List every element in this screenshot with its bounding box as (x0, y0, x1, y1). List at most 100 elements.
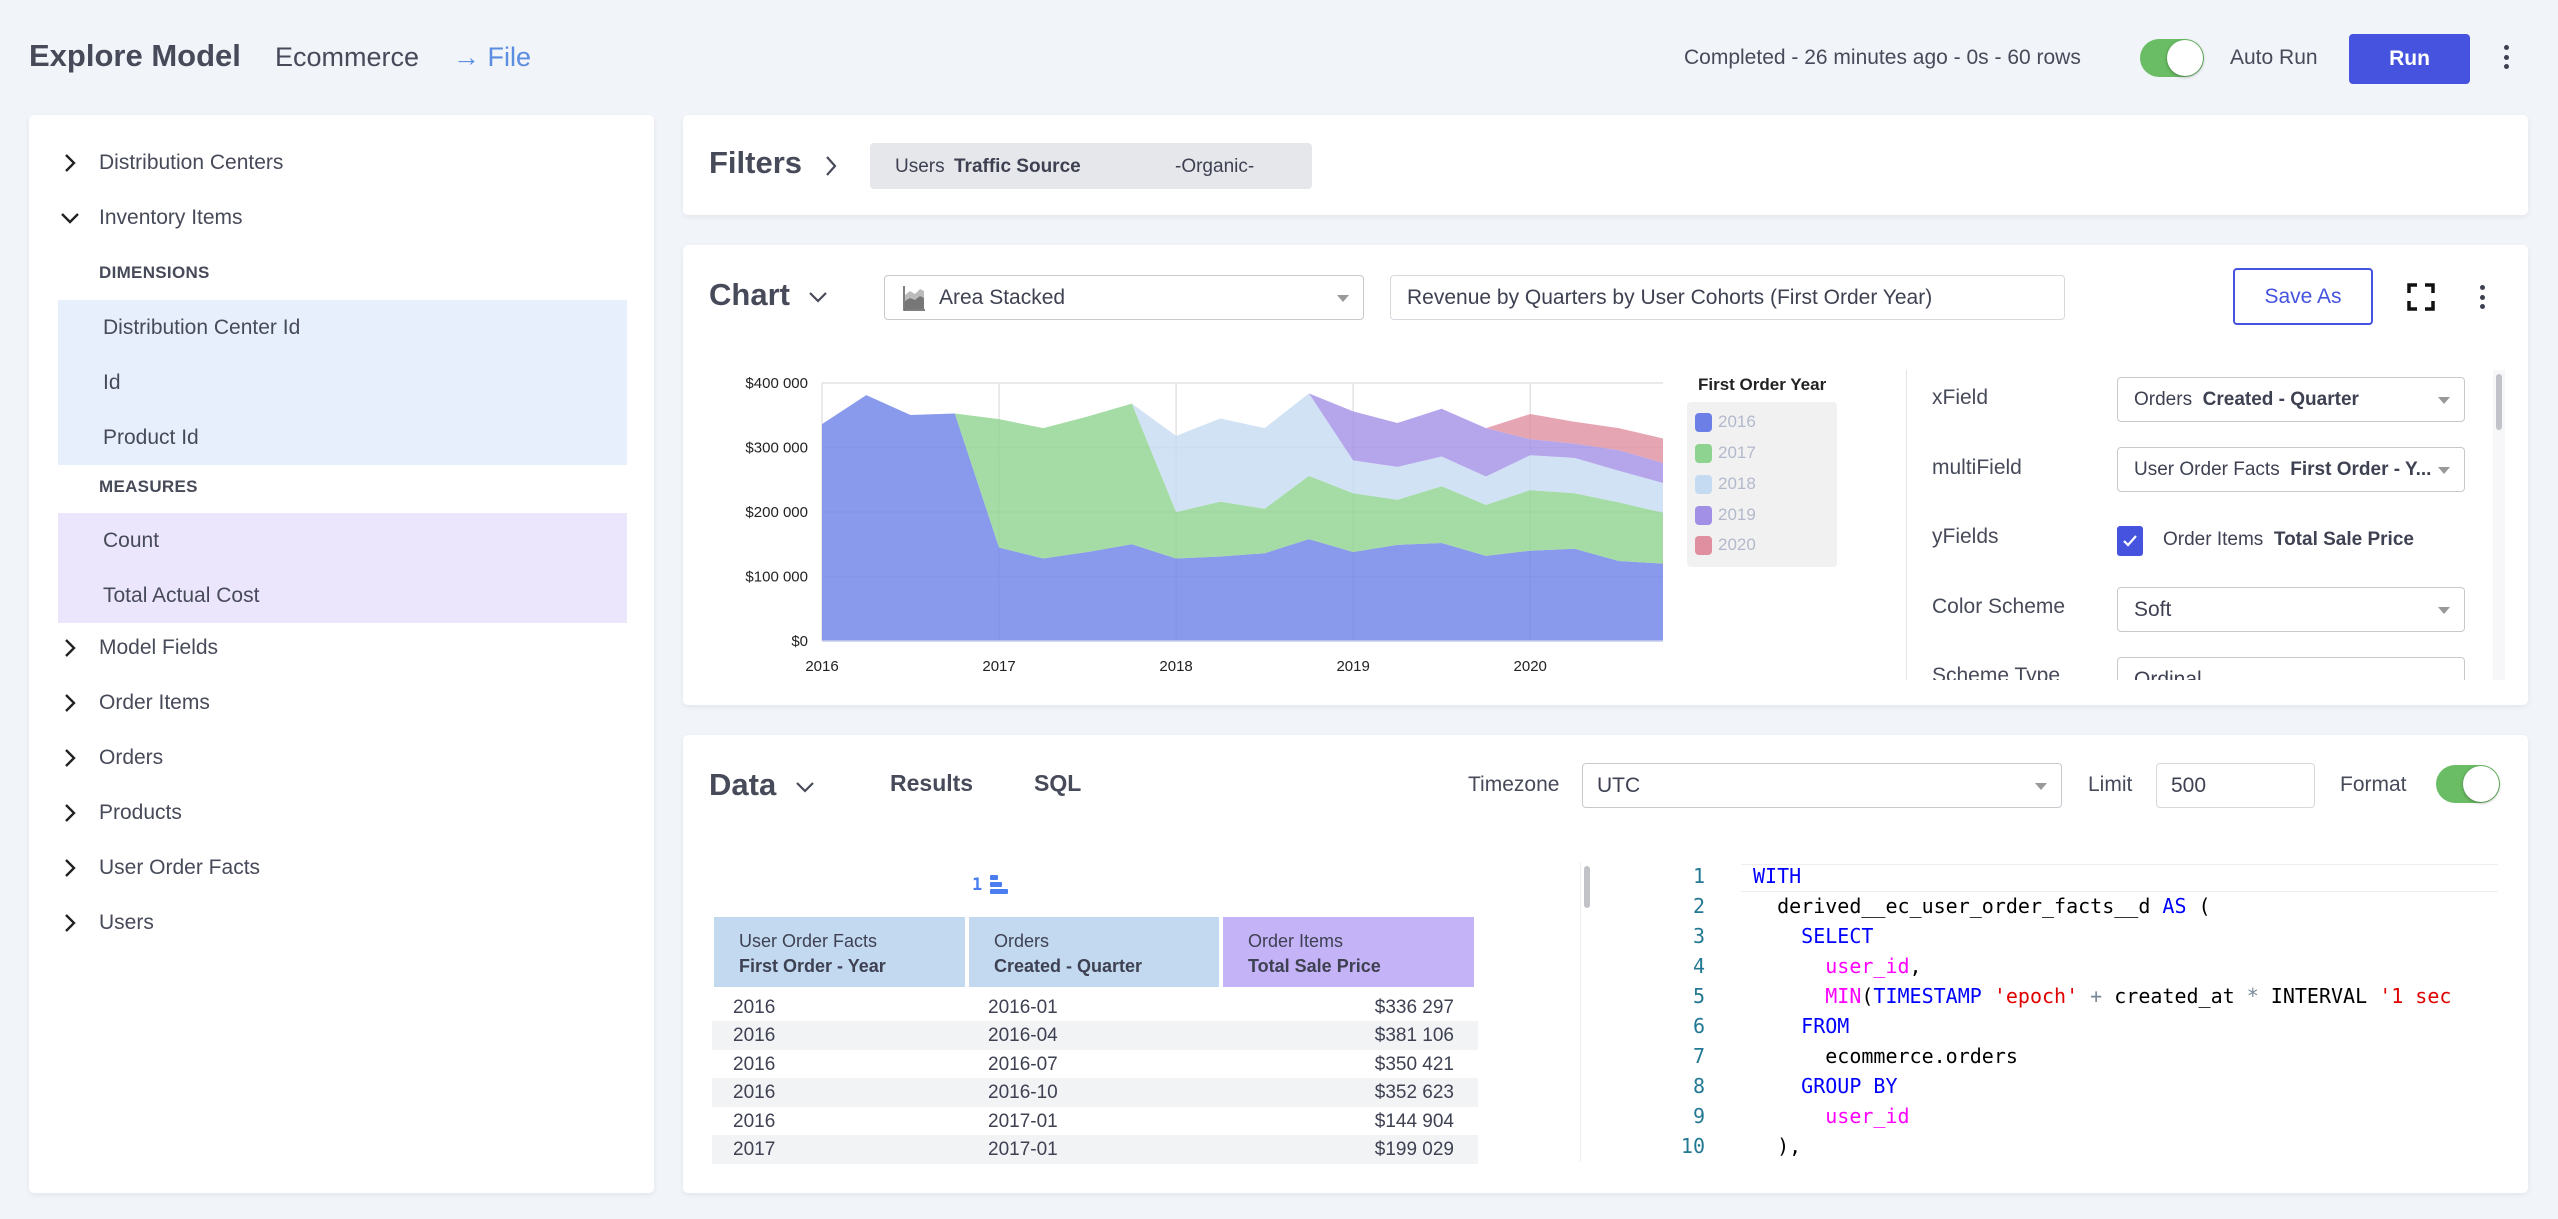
xfield-view: Orders (2134, 388, 2193, 410)
line-number: 8 (1692, 1074, 1705, 1098)
auto-run-toggle[interactable] (2140, 39, 2204, 77)
line-number: 4 (1692, 954, 1705, 978)
sql-line: 5 MIN(TIMESTAMP 'epoch' + created_at * I… (1595, 984, 2451, 1014)
legend-swatch (1695, 505, 1712, 525)
y-tick-label: $400 000 (745, 375, 808, 392)
sidebar-item-label: Products (99, 801, 182, 824)
y-tick-label: $0 (791, 633, 808, 650)
limit-input[interactable]: 500 (2156, 763, 2315, 808)
run-button[interactable]: Run (2349, 34, 2470, 84)
filter-chip[interactable]: Users Traffic Source -Organic- (870, 143, 1312, 189)
data-title[interactable]: Data (709, 767, 776, 803)
caret-down-icon (2438, 606, 2450, 614)
measure-field[interactable]: Total Actual Cost (58, 568, 627, 623)
legend-label: 2017 (1718, 443, 1756, 462)
sidebar-item-products[interactable]: Products (29, 786, 654, 840)
sql-editor[interactable]: 1 WITH 2 derived__ec_user_order_facts__d A… (1595, 862, 2498, 1162)
page-title: Explore Model (29, 38, 241, 73)
chevron-right-icon[interactable] (825, 155, 837, 182)
column-header[interactable]: User Order Facts First Order - Year (714, 917, 965, 987)
cell: 2016-04 (988, 1025, 1058, 1046)
sidebar-item-label: Order Items (99, 691, 210, 714)
sidebar-item-inventory-items[interactable]: Inventory Items (29, 191, 654, 245)
cell: 2016-07 (988, 1054, 1058, 1075)
sidebar-item-label: User Order Facts (99, 856, 261, 879)
xfield-select[interactable]: Orders Created - Quarter (2117, 377, 2465, 422)
save-as-button[interactable]: Save As (2233, 268, 2373, 325)
chevron-down-icon (59, 207, 81, 229)
cell: 2017-01 (988, 1111, 1058, 1132)
sidebar-item-order-items[interactable]: Order Items (29, 676, 654, 730)
caret-down-icon (2438, 466, 2450, 474)
chart-more-icon[interactable] (2477, 285, 2487, 309)
column-header[interactable]: Orders Created - Quarter (969, 917, 1219, 987)
sidebar-item-orders[interactable]: Orders (29, 731, 654, 785)
sidebar-item-distribution-centers[interactable]: Distribution Centers (29, 136, 654, 190)
cell: 2016-10 (988, 1082, 1058, 1103)
line-number: 1 (1692, 864, 1705, 888)
fullscreen-icon[interactable] (2407, 283, 2435, 316)
dimension-field[interactable]: Distribution Center Id (58, 300, 627, 355)
dimension-field[interactable]: Id (58, 355, 627, 410)
color-scheme-value: Soft (2134, 597, 2172, 621)
yfield-view: Order Items (2163, 529, 2264, 550)
sidebar-item-label: Distribution Centers (99, 151, 284, 174)
measures-heading: MEASURES (99, 477, 198, 496)
filters-title[interactable]: Filters (709, 145, 802, 181)
color-scheme-select[interactable]: Soft (2117, 587, 2465, 632)
legend-item-2020[interactable]: 2020 (1695, 535, 1756, 555)
code-text: ), (1753, 1134, 1802, 1158)
legend-label: 2020 (1718, 535, 1756, 554)
sql-line: 7 ecommerce.orders (1595, 1044, 2018, 1074)
chevron-down-icon[interactable] (795, 780, 815, 798)
file-link[interactable]: → File (453, 42, 531, 73)
cell: $336 297 (1374, 997, 1454, 1018)
format-toggle[interactable] (2436, 765, 2500, 803)
dimension-field[interactable]: Product Id (58, 410, 627, 465)
yfield-option[interactable]: Order Items Total Sale Price (2163, 529, 2414, 551)
yfield-checkbox[interactable] (2117, 526, 2143, 556)
timezone-label: Timezone (1468, 773, 1560, 796)
table-row: 2017 2017-01 $199 029 (712, 1135, 1478, 1164)
timezone-select[interactable]: UTC (1582, 763, 2062, 808)
sidebar-item-user-order-facts[interactable]: User Order Facts (29, 841, 654, 895)
config-scrollbar[interactable] (2493, 370, 2505, 680)
tab-sql[interactable]: SQL (1034, 770, 1081, 797)
tab-results[interactable]: Results (890, 770, 973, 797)
results-scrollbar[interactable] (1580, 862, 1592, 1162)
sql-line: 10 ), (1595, 1134, 1801, 1162)
dimensions-heading: DIMENSIONS (99, 263, 210, 282)
legend-item-2017[interactable]: 2017 (1695, 443, 1756, 463)
more-options-icon[interactable] (2501, 45, 2511, 69)
y-tick-label: $300 000 (745, 440, 808, 457)
legend-item-2019[interactable]: 2019 (1695, 505, 1756, 525)
column-header[interactable]: Order Items Total Sale Price (1223, 917, 1474, 987)
multifield-label: multiField (1932, 456, 2022, 479)
legend-item-2018[interactable]: 2018 (1695, 474, 1756, 494)
multifield-select[interactable]: User Order Facts First Order - Y... (2117, 447, 2465, 492)
sort-indicator[interactable]: 1 (972, 875, 1009, 895)
legend-label: 2016 (1718, 412, 1756, 431)
line-number: 10 (1680, 1134, 1705, 1158)
measure-field[interactable]: Count (58, 513, 627, 568)
code-text: MIN(TIMESTAMP 'epoch' + created_at * INT… (1825, 984, 2452, 1008)
cell: 2016 (733, 1054, 776, 1075)
x-tick-label: 2018 (1159, 658, 1192, 675)
cell: $144 904 (1374, 1111, 1454, 1132)
table-row: 2016 2016-01 $336 297 (712, 993, 1478, 1022)
yfields-label: yFields (1932, 525, 1999, 548)
scheme-type-select[interactable]: Ordinal (2117, 657, 2465, 680)
chevron-right-icon (59, 152, 81, 174)
cell: $352 623 (1374, 1082, 1454, 1103)
y-tick-label: $200 000 (745, 504, 808, 521)
caret-down-icon (2438, 396, 2450, 404)
cell: $199 029 (1374, 1139, 1454, 1160)
sidebar-item-model-fields[interactable]: Model Fields (29, 621, 654, 675)
legend-swatch (1695, 412, 1712, 432)
legend-item-2016[interactable]: 2016 (1695, 412, 1756, 432)
cell: 2017-01 (988, 1139, 1058, 1160)
sort-desc-icon (990, 875, 1009, 894)
chevron-right-icon (59, 692, 81, 714)
sidebar-item-users[interactable]: Users (29, 896, 654, 950)
code-text: WITH (1753, 864, 1802, 888)
